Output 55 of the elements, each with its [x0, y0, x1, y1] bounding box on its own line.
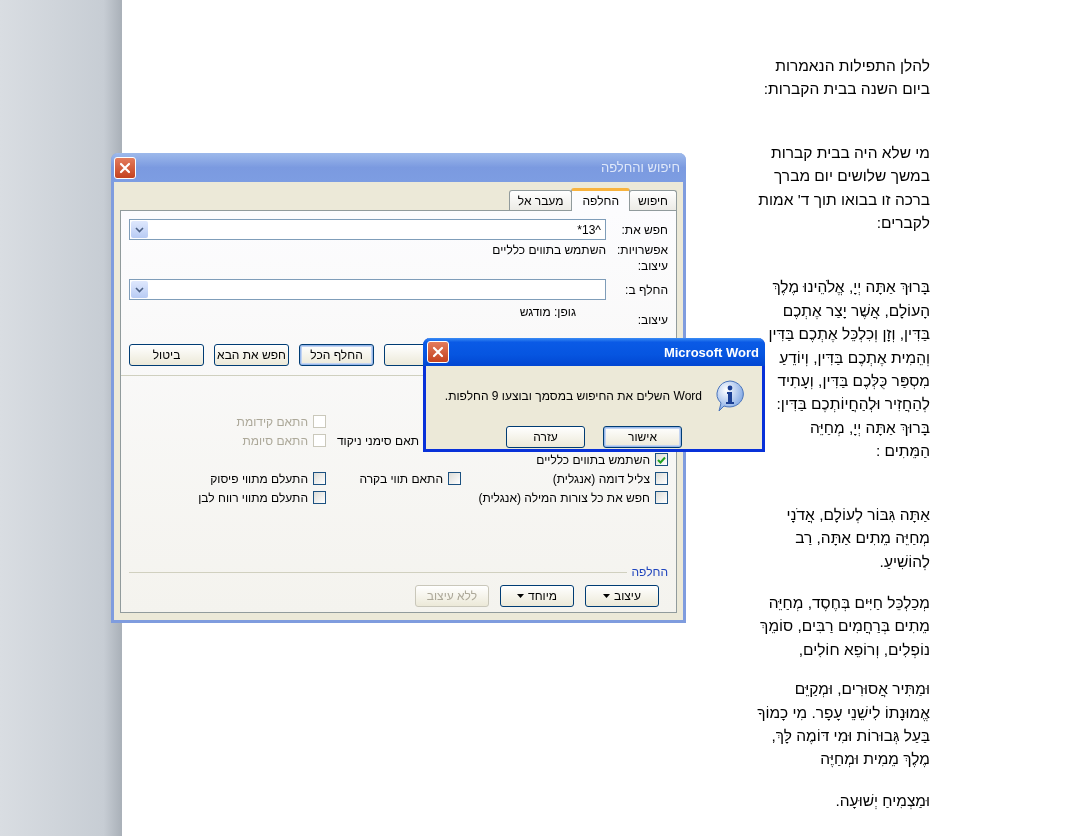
- field-label: עיצוב:: [636, 259, 668, 273]
- field-label: אפשרויות:: [616, 242, 668, 257]
- checkbox-label: צליל דומה (אנגלית): [552, 471, 650, 486]
- dialog-button[interactable]: אישור: [603, 426, 682, 448]
- checkbox-label: התעלם מתווי רווח לבן: [198, 490, 308, 505]
- dialog-button[interactable]: מיוחד: [500, 585, 574, 607]
- message-text: Word השלים את החיפוש במסמך ובוצעו 9 החלפות.: [444, 389, 702, 403]
- field-value: השתמש בתווים כלליים: [492, 242, 606, 257]
- combo-field[interactable]: ^13*: [129, 219, 606, 240]
- checkbox-label: התאם קידומת: [236, 414, 308, 429]
- checkbox-label: תאם סימני ניקוד: [336, 433, 419, 448]
- info-icon: [714, 380, 746, 412]
- close-icon: [432, 346, 444, 358]
- close-icon: [119, 161, 131, 174]
- dropdown-icon: [135, 286, 144, 293]
- window-title: Microsoft Word: [663, 344, 759, 360]
- caret-icon: [517, 594, 524, 598]
- checkbox[interactable]: [655, 453, 668, 466]
- checkbox[interactable]: [655, 472, 668, 485]
- field-label: עיצוב:: [636, 313, 668, 327]
- check-icon: [657, 455, 666, 464]
- caret-icon: [603, 594, 611, 598]
- document-paragraph: וּמַצְמִיחַ יְשׁוּעָה.: [835, 790, 930, 811]
- checkbox[interactable]: [655, 491, 668, 504]
- close-button[interactable]: [427, 341, 449, 363]
- dialog-button[interactable]: ביטול: [129, 344, 204, 366]
- field-label: חפש את:: [620, 222, 668, 237]
- checkbox[interactable]: [313, 491, 326, 504]
- dialog-tab[interactable]: חיפוש: [629, 190, 677, 210]
- dialog-button[interactable]: עזרה: [506, 426, 585, 448]
- checkbox[interactable]: [313, 472, 326, 485]
- dropdown-icon: [135, 226, 144, 233]
- field-value: גופן: מודגש: [519, 305, 576, 319]
- document-paragraph: להלן התפילות הנאמרות ביום השנה בבית הקברות:: [763, 56, 930, 100]
- section-label: החלפה: [631, 565, 668, 579]
- close-button[interactable]: [114, 156, 136, 179]
- document-paragraph: מי שלא היה בבית קברות במשך שלושים יום מברך ברכה זו בבואו תוך ד' אמות לקברים:: [758, 142, 930, 234]
- dialog-button[interactable]: עיצוב: [585, 585, 659, 607]
- document-paragraph: וּמַתִּיר אֲסוּרִים, וּמְקַיֵּם אֱמוּנָתוֹ לִישֵׁנֵי עָפָר. מִי כָמוֹךָ בַּעַל גְּבוּרוֹת וּמִי דּוֹמֶה לָּךְ, מֶלֶךְ מֵמִית וּמְחַיֶּה: [757, 679, 930, 770]
- dialog-title: חיפוש והחלפה: [600, 160, 680, 175]
- checkbox-label: התאם תווי בקרה: [359, 471, 443, 486]
- dialog-tab[interactable]: מעבר אל: [508, 190, 573, 210]
- document-paragraph: מְכַלְכֵּל חַיִּים בְּחֶסֶד, מְחַיֵּה מֵתִים בְּרַחֲמִים רַבִּים, סוֹמֵךְ נוֹפְלִים, וְרוֹפֵא חוֹלִים,: [760, 592, 930, 661]
- field-label: החלף ב:: [624, 282, 668, 297]
- dialog-tab[interactable]: החלפה: [571, 188, 630, 211]
- checkbox[interactable]: [448, 472, 461, 485]
- combo-field[interactable]: [129, 279, 606, 300]
- document-paragraph: בָּרוּךְ אַתָּה יְיָ, אֱלֹהֵינוּ מֶלֶךְ הָעוֹלָם, אֲשֶׁר יָצַר אֶתְכֶם בַּדִּין, וְזָן וְכִלְכֵּל אֶתְכֶם בַּדִּין וְהֵמִית אֶתְכֶם בַּדִּין, וְיוֹדֵעַ מִסְפַּר כֻּלְּכֶם בַּדִּין, וְעָתִיד לְהַחֲזִיר וּלְהַחֲיוֹתְכֶם בַּדִּין: בָּרוּךְ אַתָּה יְיָ, מְחַיֵּה הַמֵּתִים :: [768, 277, 930, 462]
- checkbox-label: התעלם מתווי פיסוק: [210, 471, 308, 486]
- checkbox-label: חפש את כל צורות המילה (אנגלית): [478, 490, 650, 505]
- checkbox-label: התאם סיומת: [242, 433, 308, 448]
- dialog-button[interactable]: חפש את הבא: [214, 344, 289, 366]
- document-paragraph: אַתָּה גִּבּוֹר לְעוֹלָם, אֲדֹנָי מְחַיֵּה מֵתִים אַתָּה, רַב לְהוֹשִׁיעַ.: [786, 504, 930, 572]
- dialog-button[interactable]: החלף הכל: [299, 344, 374, 366]
- checkbox-label: השתמש בתווים כלליים: [536, 452, 650, 467]
